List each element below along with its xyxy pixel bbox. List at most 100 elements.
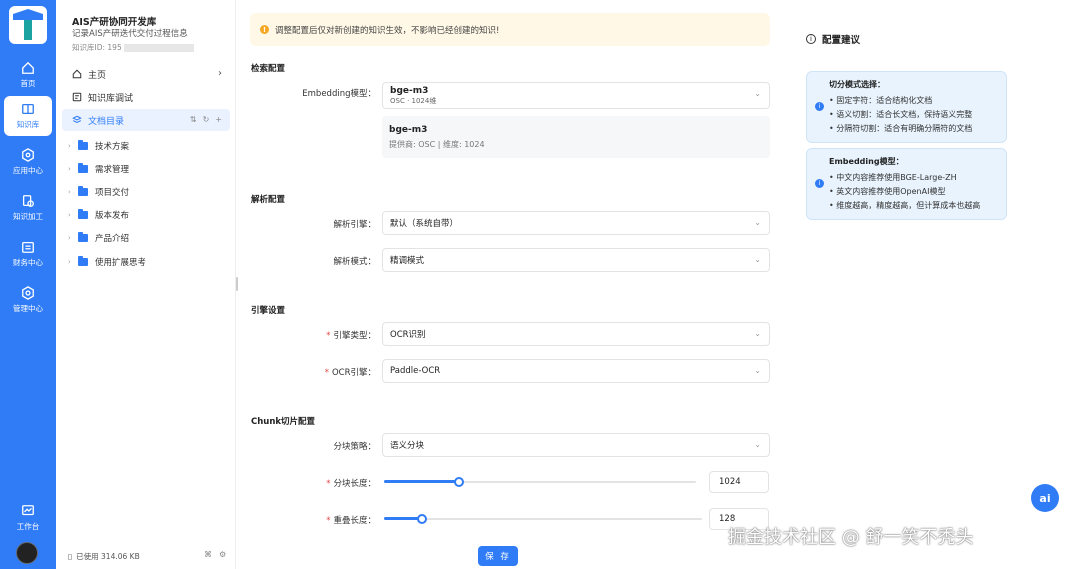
notice-text: 调整配置后仅对新创建的知识生效，不影响已经创建的知识!: [275, 25, 500, 36]
chevron-down-icon: ⌄: [754, 255, 761, 264]
save-button[interactable]: 保 存: [478, 546, 518, 566]
embedding-label: Embedding模型：: [302, 89, 376, 99]
slider-fill: [384, 480, 459, 483]
rail-item-processing[interactable]: 知识加工: [0, 188, 56, 228]
rail-item-home[interactable]: 首页: [0, 55, 56, 95]
tip-item: • 语义切割：适合长文档，保持语义完整: [829, 110, 973, 119]
caret-right-icon: ›: [68, 211, 71, 219]
kb-id-label: 知识库ID: 195: [72, 43, 122, 52]
rail-label: 管理中心: [13, 304, 43, 313]
tree-item-label: 技术方案: [95, 142, 130, 152]
resize-handle[interactable]: [236, 277, 238, 291]
tree-item-label: 产品介绍: [95, 234, 130, 244]
chunk-length-label-text: 分块长度：: [333, 479, 376, 489]
storage-icon: ▯: [68, 552, 73, 561]
required-mark: *: [324, 368, 329, 378]
sidebar-item-label: 文档目录: [88, 116, 125, 127]
required-mark: *: [326, 479, 331, 489]
kb-id-redaction: [123, 44, 194, 52]
book-icon: [22, 103, 34, 115]
overlap-length-label-text: 重叠长度：: [333, 516, 376, 526]
gear-icon[interactable]: ⚙: [219, 550, 226, 559]
sidebar-item-debug[interactable]: 知识库调试: [62, 86, 230, 108]
rail-label: 知识库: [16, 120, 40, 129]
caret-right-icon: ›: [68, 188, 71, 196]
rail-label: 应用中心: [13, 166, 43, 175]
required-mark: *: [326, 331, 331, 341]
kb-subtitle: 记录AIS产研迭代交付过程信息: [72, 29, 188, 39]
rail-item-apps[interactable]: 应用中心: [0, 142, 56, 182]
sidebar-footer-actions: ⌘ ⚙: [204, 550, 226, 559]
app-rail: 首页 知识库 应用中心 知识加工 财务中心 管理中心 工作台: [0, 0, 56, 569]
info-icon: i: [815, 179, 824, 188]
tree-item[interactable]: › 产品介绍: [68, 228, 129, 248]
engine-type-select[interactable]: OCR识别 ⌄: [382, 322, 770, 346]
ocr-engine-select[interactable]: Paddle-OCR ⌄: [382, 359, 770, 383]
overlap-length-slider[interactable]: [384, 513, 702, 525]
sidebar-item-label: 主页: [88, 70, 107, 81]
embedding-select[interactable]: bge-m3 OSC · 1024维 ⌄: [382, 82, 770, 109]
tree-item[interactable]: › 技术方案: [68, 136, 129, 156]
embedding-model-card: bge-m3 提供商: OSC | 维度: 1024: [382, 116, 770, 158]
refresh-icon[interactable]: ↻: [203, 115, 210, 124]
tree-item[interactable]: › 使用扩展思考: [68, 252, 146, 272]
tips-title-text: 配置建议: [822, 35, 861, 46]
tip-heading: Embedding模型：: [829, 157, 904, 166]
settings-icon: [22, 286, 34, 300]
caret-right-icon: ›: [68, 165, 71, 173]
folder-icon: [78, 256, 88, 266]
tip-card-embedding: i Embedding模型： • 中文内容推荐使用BGE-Large-ZH • …: [806, 148, 1007, 220]
section-title-engine: 引擎设置: [251, 306, 286, 316]
folder-icon: [78, 232, 88, 242]
ocr-engine-label: * OCR引擎：: [250, 366, 376, 378]
overlap-length-label: * 重叠长度：: [250, 514, 376, 526]
app-logo[interactable]: [9, 6, 47, 44]
caret-right-icon: ›: [68, 234, 71, 242]
tree-item[interactable]: › 版本发布: [68, 205, 129, 225]
storage-usage-text: 已使用 314.06 KB: [76, 552, 140, 561]
rail-item-admin[interactable]: 管理中心: [0, 280, 56, 320]
chunk-length-slider[interactable]: [384, 476, 696, 488]
chunk-strategy-select[interactable]: 语义分块 ⌄: [382, 433, 770, 457]
rail-item-workbench[interactable]: 工作台: [0, 498, 56, 538]
tip-item: • 固定字符：适合结构化文档: [829, 96, 933, 105]
tree-item-label: 使用扩展思考: [95, 258, 147, 268]
tip-item: • 英文内容推荐使用OpenAI模型: [829, 187, 946, 196]
chunk-length-label: * 分块长度：: [250, 477, 376, 489]
sidebar-item-doc-catalog[interactable]: 文档目录 ⇅ ↻ +: [62, 109, 230, 131]
kb-sidebar: AIS产研协同开发库 记录AIS产研迭代交付过程信息 知识库ID: 195 主页…: [56, 0, 236, 569]
chunk-strategy-value: 语义分块: [390, 441, 425, 451]
ocr-engine-label-text: OCR引擎：: [331, 368, 376, 378]
engine-type-label-text: 引擎类型：: [333, 331, 376, 341]
tree-item[interactable]: › 需求管理: [68, 159, 129, 179]
parse-engine-select[interactable]: 默认（系统自带） ⌄: [382, 211, 770, 235]
rail-item-knowledge[interactable]: 知识库: [4, 96, 52, 136]
section-title-retrieval: 检索配置: [251, 64, 286, 74]
engine-type-value: OCR识别: [390, 330, 426, 340]
chunk-length-input[interactable]: 1024: [709, 471, 769, 493]
embedding-sub: OSC · 1024维: [390, 96, 437, 105]
add-icon[interactable]: +: [215, 115, 222, 124]
config-notice: ! 调整配置后仅对新创建的知识生效，不影响已经创建的知识!: [250, 13, 770, 46]
ai-assistant-button[interactable]: ai: [1031, 484, 1059, 512]
sort-icon[interactable]: ⇅: [190, 115, 197, 124]
sidebar-item-label: 知识库调试: [88, 93, 134, 104]
tree-item[interactable]: › 项目交付: [68, 182, 129, 202]
tips-title: i 配置建议: [806, 32, 860, 46]
tip-item: • 中文内容推荐使用BGE-Large-ZH: [829, 173, 957, 182]
folder-icon: [78, 209, 88, 219]
avatar[interactable]: [16, 542, 38, 564]
sidebar-item-home[interactable]: 主页 ›: [62, 63, 230, 85]
rail-label: 财务中心: [13, 258, 43, 267]
layers-icon: [72, 115, 82, 124]
kb-title: AIS产研协同开发库: [72, 17, 157, 28]
info-icon: i: [815, 102, 824, 111]
section-title-chunk: Chunk切片配置: [251, 417, 316, 427]
rail-label: 知识加工: [13, 212, 43, 221]
rail-item-finance[interactable]: 财务中心: [0, 234, 56, 274]
parse-mode-select[interactable]: 精调模式 ⌄: [382, 248, 770, 272]
watermark: 掘金技术社区 @ 舒一笑不秃头: [728, 527, 974, 548]
slider-thumb[interactable]: [454, 477, 464, 487]
slider-thumb[interactable]: [417, 514, 427, 524]
translate-icon[interactable]: ⌘: [204, 550, 212, 559]
